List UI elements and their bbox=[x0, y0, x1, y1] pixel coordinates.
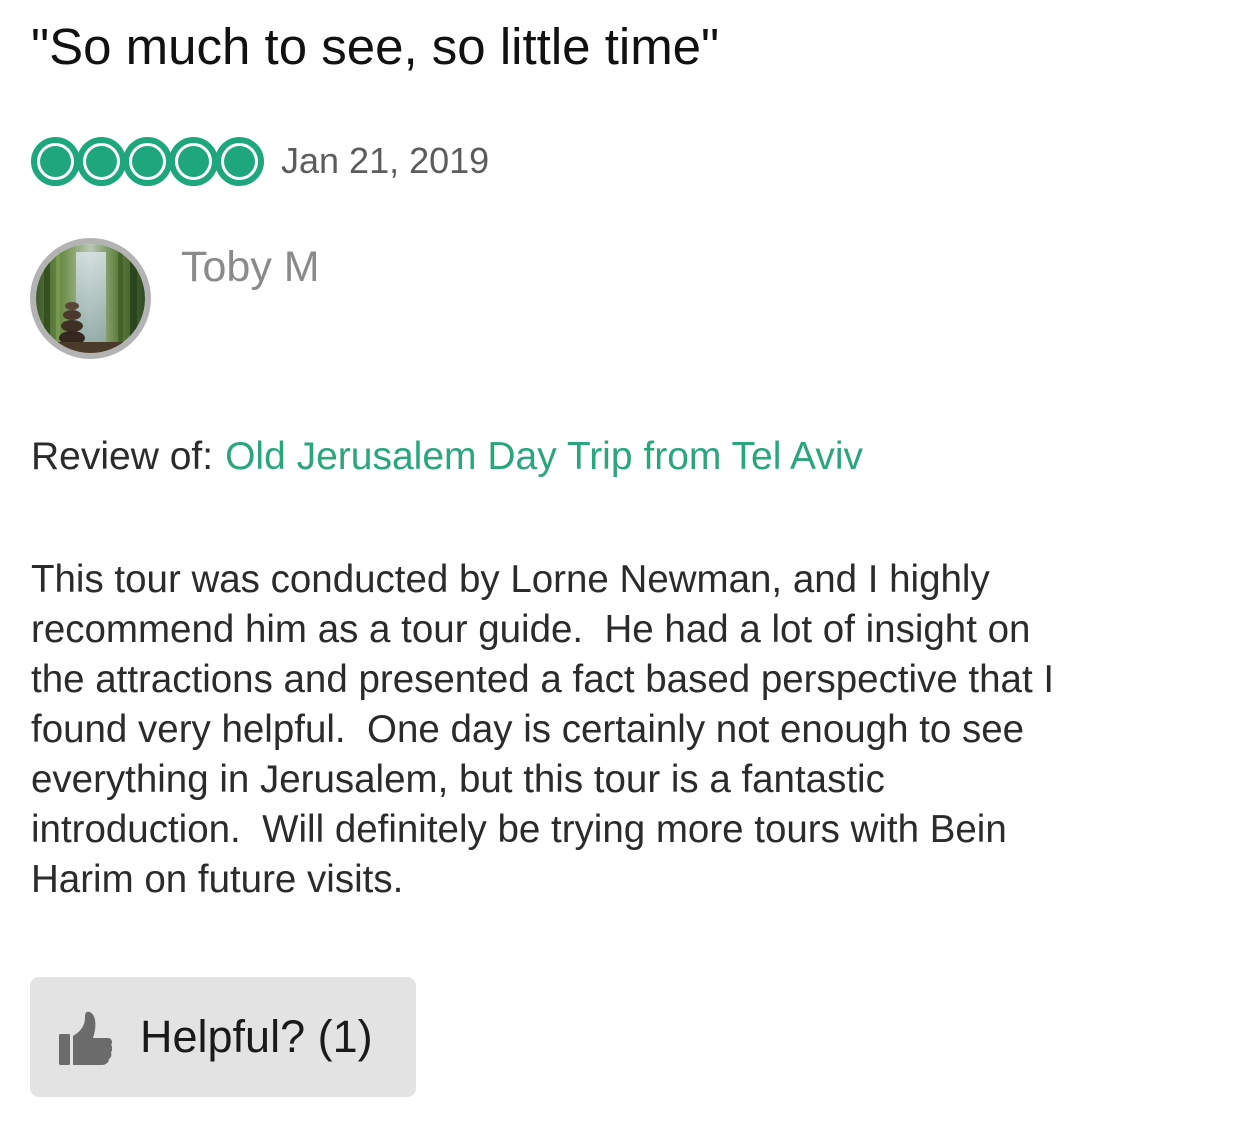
review-card: "So much to see, so little time" Jan 21,… bbox=[0, 0, 1242, 1146]
avatar[interactable] bbox=[30, 238, 151, 359]
reviewer-name[interactable]: Toby M bbox=[181, 242, 320, 292]
avatar-photo bbox=[36, 244, 145, 353]
review-body: This tour was conducted by Lorne Newman,… bbox=[31, 555, 1221, 905]
rating-row: Jan 21, 2019 bbox=[31, 130, 489, 192]
review-date: Jan 21, 2019 bbox=[281, 140, 490, 181]
review-body-line: the attractions and presented a fact bas… bbox=[31, 658, 1055, 701]
review-body-line: recommend him as a tour guide. He had a … bbox=[31, 608, 1031, 651]
review-body-line: found very helpful. One day is certainly… bbox=[31, 708, 1025, 751]
rating-bubble-icon bbox=[169, 136, 218, 186]
review-body-line: introduction. Will definitely be trying … bbox=[31, 808, 1007, 851]
review-title: "So much to see, so little time" bbox=[31, 18, 720, 75]
review-of-line: Review of: Old Jerusalem Day Trip from Te… bbox=[31, 433, 863, 481]
review-body-line: everything in Jerusalem, but this tour i… bbox=[31, 758, 885, 801]
thumbs-up-icon bbox=[59, 1011, 112, 1065]
helpful-label: Helpful? (1) bbox=[140, 1011, 373, 1062]
rating-bubble-icon bbox=[215, 136, 264, 186]
review-of-label: Review of: bbox=[31, 435, 214, 478]
rating-bubble-icon bbox=[77, 136, 126, 186]
reviewed-product-link[interactable]: Old Jerusalem Day Trip from Tel Aviv bbox=[225, 435, 863, 478]
helpful-button[interactable]: Helpful? (1) bbox=[30, 977, 416, 1097]
review-body-line: Harim on future visits. bbox=[31, 858, 404, 901]
bubble-rating bbox=[31, 136, 264, 186]
rating-bubble-icon bbox=[123, 136, 172, 186]
rating-bubble-icon bbox=[31, 136, 80, 186]
review-body-line: This tour was conducted by Lorne Newman,… bbox=[31, 558, 990, 601]
